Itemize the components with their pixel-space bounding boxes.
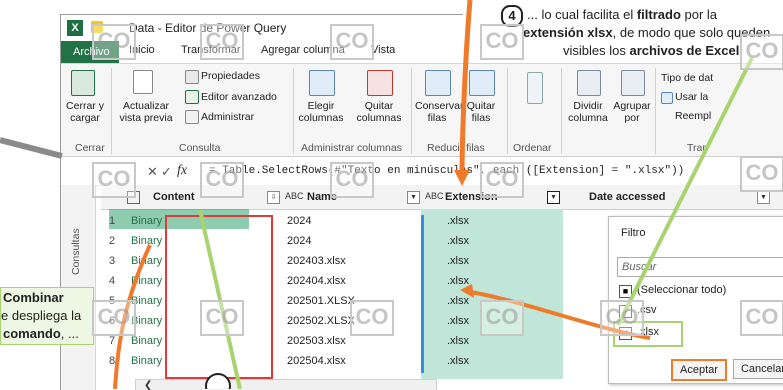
arrow-head (460, 284, 474, 298)
watermark-logo: CO (330, 24, 374, 60)
watermark-logo: CO (92, 300, 136, 336)
watermark-logo: CO (480, 24, 524, 60)
watermark-logo: CO (480, 162, 524, 198)
watermark-logo: CO (92, 24, 136, 60)
arrow-head (454, 170, 470, 186)
orange-arrow-top (459, 0, 473, 176)
watermark-logo: CO (330, 162, 374, 198)
watermark-logo: CO (200, 300, 244, 336)
green-line-xlsx (616, 57, 754, 326)
step-circle-bottom (205, 373, 231, 389)
watermark-logo: CO (740, 300, 783, 336)
watermark-logo: CO (740, 156, 783, 192)
watermark-logo: CO (200, 24, 244, 60)
watermark-logo: CO (600, 300, 644, 336)
watermark-logo: CO (92, 162, 136, 198)
watermark-logo: CO (480, 300, 524, 336)
watermark-logo: CO (350, 300, 394, 336)
watermark-logo: CO (200, 162, 244, 198)
watermark-logo: CO (740, 34, 783, 70)
gray-pointer (0, 137, 63, 159)
